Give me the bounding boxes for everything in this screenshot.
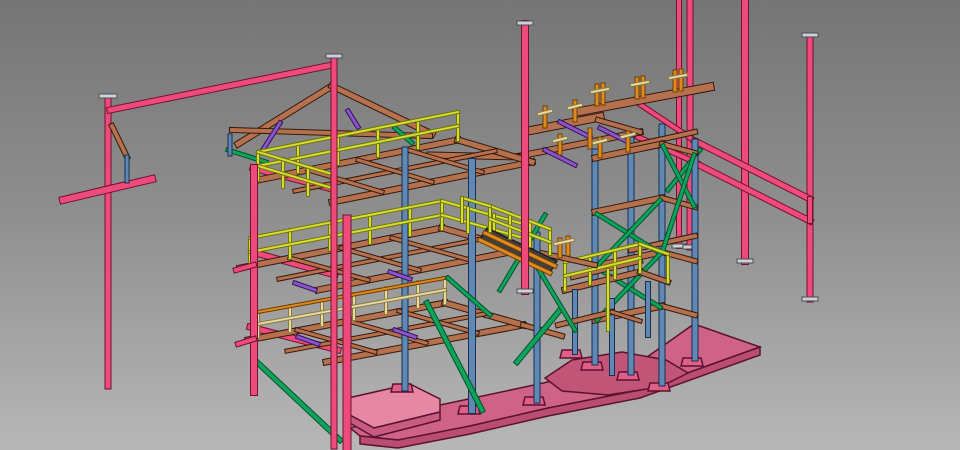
cad-3d-viewport[interactable] xyxy=(0,0,960,450)
left-portal-diagonal xyxy=(112,126,127,157)
tower-beam xyxy=(662,306,695,315)
wall-brace xyxy=(258,363,340,440)
footing xyxy=(560,350,582,358)
roof-brace xyxy=(348,111,358,127)
cad-model-canvas[interactable] xyxy=(0,0,960,450)
